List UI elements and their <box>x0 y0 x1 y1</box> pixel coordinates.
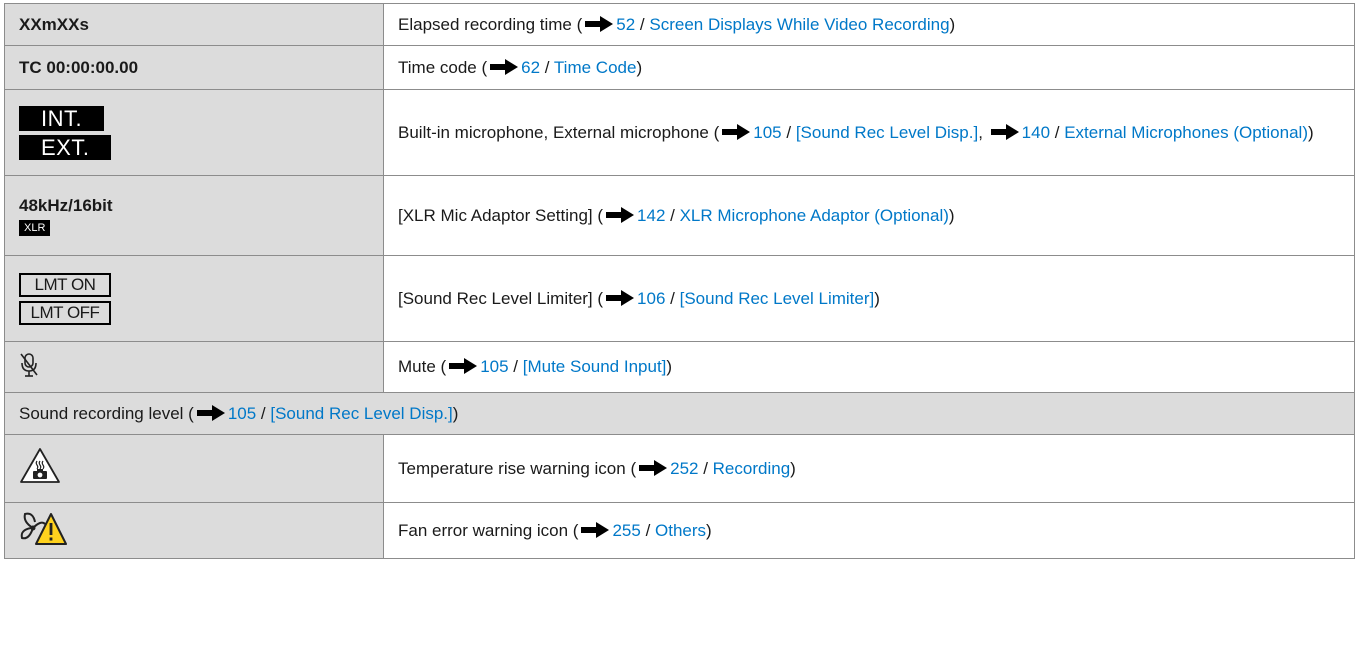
table-row: Temperature rise warning icon ( 252 / Rec… <box>4 434 1355 503</box>
separator: / <box>665 205 680 225</box>
section-link[interactable]: Time Code <box>554 58 637 77</box>
closing-paren: ) <box>452 403 459 423</box>
ext-mic-badge: EXT. <box>19 134 112 160</box>
description-text: Mute ( <box>398 357 447 376</box>
description-cell: Elapsed recording time ( 52 / Screen Disp… <box>383 3 1355 46</box>
elapsed-time-label: XXmXXs <box>19 14 89 34</box>
description-text: Elapsed recording time ( <box>398 14 583 34</box>
mic-mute-icon <box>20 352 38 377</box>
separator: , <box>978 123 988 142</box>
temperature-warning-icon <box>20 448 60 483</box>
arrow-right-icon <box>639 459 668 476</box>
description-cell: Built-in microphone, External microphone… <box>383 89 1355 176</box>
limiter-on-badge: LMT ON <box>19 272 111 297</box>
description-cell: Fan error warning icon ( 255 / Others) <box>383 502 1355 559</box>
description-text: Sound recording level ( <box>19 403 194 423</box>
page-link[interactable]: 105 <box>228 404 256 423</box>
description-text: [XLR Mic Adaptor Setting] ( <box>398 205 604 225</box>
closing-paren: ) <box>948 205 955 225</box>
page-link[interactable]: 255 <box>612 521 640 540</box>
description-text: [Sound Rec Level Limiter] ( <box>398 288 604 308</box>
page-link[interactable]: 62 <box>521 58 540 77</box>
table-row: LMT ON LMT OFF [Sound Rec Level Limiter]… <box>4 255 1355 342</box>
page-link[interactable]: 252 <box>670 459 698 478</box>
icon-cell <box>4 502 384 559</box>
table-row: XXmXXs Elapsed recording time ( 52 / Scre… <box>4 3 1355 46</box>
icon-cell: TC 00:00:00.00 <box>4 45 384 90</box>
arrow-right-icon <box>196 404 225 421</box>
int-mic-badge: INT. <box>19 105 105 131</box>
page-link[interactable]: 52 <box>616 15 635 34</box>
separator: / <box>256 403 271 423</box>
icon-cell: 48kHz/16bit XLR <box>4 175 384 256</box>
icon-cell: XXmXXs <box>4 3 384 46</box>
full-width-cell: Sound recording level ( 105 / [Sound Rec … <box>4 392 1355 435</box>
closing-paren: ) <box>790 458 796 478</box>
separator: / <box>1050 123 1065 142</box>
closing-paren: ) <box>949 14 956 34</box>
time-code-label: TC 00:00:00.00 <box>19 57 139 77</box>
page-link[interactable]: 142 <box>637 206 665 225</box>
limiter-off-badge: LMT OFF <box>19 300 111 325</box>
arrow-right-icon <box>581 521 610 538</box>
description-text: Time code ( <box>398 57 488 77</box>
xlr-badge: XLR <box>19 219 51 236</box>
section-link[interactable]: [Mute Sound Input] <box>523 357 667 376</box>
page-link[interactable]: 105 <box>753 123 781 142</box>
icon-cell <box>4 341 384 393</box>
description-text: Temperature rise warning icon ( <box>398 458 637 478</box>
section-link[interactable]: Others <box>655 521 706 540</box>
table-row: Mute ( 105 / [Mute Sound Input]) <box>4 341 1355 393</box>
arrow-right-icon <box>990 124 1019 140</box>
table-row: TC 00:00:00.00 Time code ( 62 / Time Code… <box>4 45 1355 90</box>
table-row: INT. EXT. Built-in microphone, External … <box>4 89 1355 176</box>
section-link[interactable]: [Sound Rec Level Limiter] <box>680 289 875 308</box>
separator: / <box>508 357 523 376</box>
arrow-right-icon <box>449 358 478 374</box>
closing-paren: ) <box>666 357 673 376</box>
closing-paren: ) <box>874 288 880 308</box>
description-cell: Temperature rise warning icon ( 252 / Rec… <box>383 434 1355 503</box>
separator: / <box>781 123 796 142</box>
section-link[interactable]: XLR Microphone Adaptor (Optional) <box>680 206 949 225</box>
page-link[interactable]: 106 <box>637 289 665 308</box>
section-link-2[interactable]: External Microphones (Optional) <box>1064 123 1308 142</box>
page-link-2[interactable]: 140 <box>1022 123 1050 142</box>
page-link[interactable]: 105 <box>480 357 508 376</box>
closing-paren: ) <box>706 520 712 540</box>
separator: / <box>640 520 656 540</box>
description-text: Fan error warning icon ( <box>398 520 579 540</box>
section-link[interactable]: Recording <box>713 459 791 478</box>
table-row: 48kHz/16bit XLR [XLR Mic Adaptor Setting… <box>4 175 1355 256</box>
arrow-right-icon <box>585 15 614 32</box>
section-link[interactable]: [Sound Rec Level Disp.] <box>796 123 978 142</box>
section-link[interactable]: [Sound Rec Level Disp.] <box>270 404 452 423</box>
fan-error-warning-icon <box>20 512 67 545</box>
description-text: Built-in microphone, External microphone… <box>398 123 720 142</box>
arrow-right-icon <box>722 124 751 140</box>
closing-paren: ) <box>1307 123 1314 142</box>
separator: / <box>665 288 680 308</box>
audio-format-label: 48kHz/16bit <box>19 195 113 215</box>
arrow-right-icon <box>606 289 635 306</box>
description-cell: Mute ( 105 / [Mute Sound Input]) <box>383 341 1355 393</box>
arrow-right-icon <box>490 58 519 75</box>
icon-cell: INT. EXT. <box>4 89 384 176</box>
display-icons-table: XXmXXs Elapsed recording time ( 52 / Scre… <box>4 3 1355 559</box>
description-cell: Time code ( 62 / Time Code) <box>383 45 1355 90</box>
separator: / <box>698 458 713 478</box>
table-row: Fan error warning icon ( 255 / Others) <box>4 502 1355 559</box>
icon-cell <box>4 434 384 503</box>
icon-cell: LMT ON LMT OFF <box>4 255 384 342</box>
section-link[interactable]: Screen Displays While Video Recording <box>649 15 949 34</box>
separator: / <box>540 57 554 77</box>
closing-paren: ) <box>636 57 643 77</box>
description-cell: [XLR Mic Adaptor Setting] ( 142 / XLR Mic… <box>383 175 1355 256</box>
description-cell: [Sound Rec Level Limiter] ( 106 / [Sound … <box>383 255 1355 342</box>
table-row: Sound recording level ( 105 / [Sound Rec … <box>4 392 1355 435</box>
separator: / <box>635 14 650 34</box>
arrow-right-icon <box>606 206 635 223</box>
